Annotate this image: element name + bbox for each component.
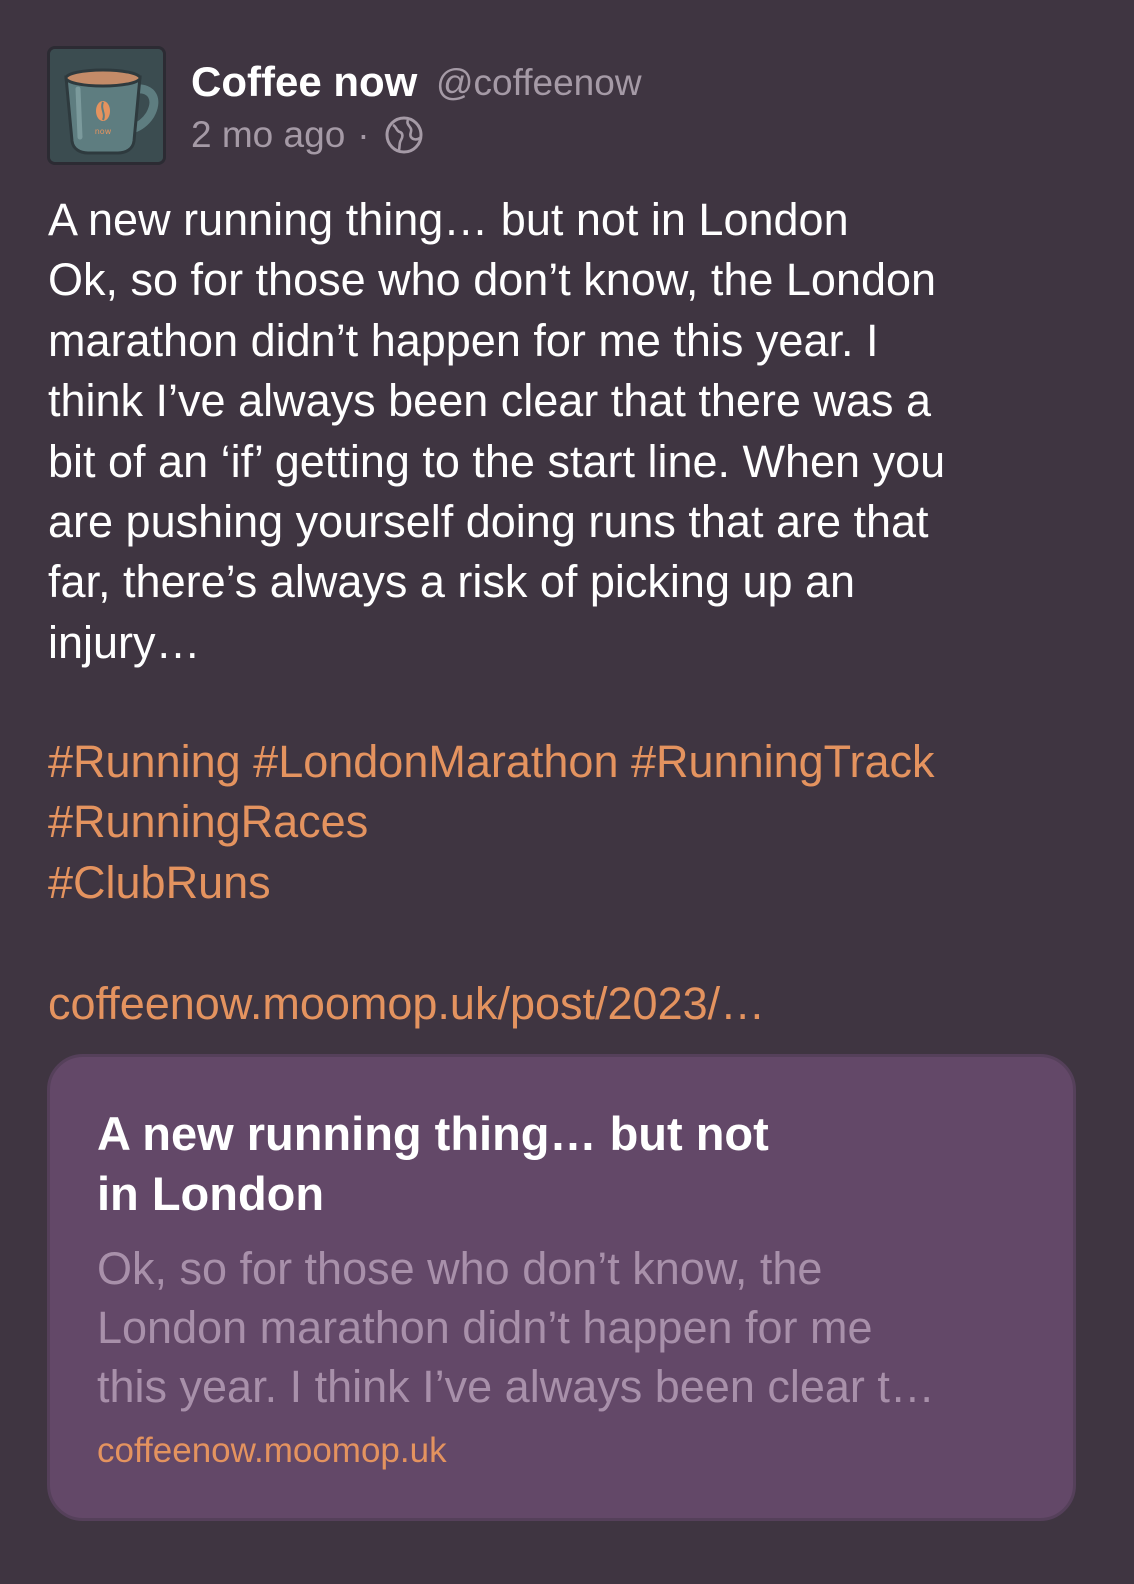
author-handle[interactable]: @coffeenow — [436, 62, 642, 104]
post-meta: 2 mo ago · — [191, 114, 424, 156]
link-card-title-line: in London — [97, 1167, 325, 1220]
post-line: bit of an ‘if’ getting to the start line… — [48, 435, 946, 487]
post-content: A new running thing… but not in London O… — [48, 190, 1088, 673]
link-card-title-line: A new running thing… but not — [97, 1107, 769, 1160]
link-card-description-line: this year. I think I’ve always been clea… — [97, 1361, 935, 1412]
post-line: injury… — [48, 616, 201, 668]
coffee-mug-icon: now — [50, 49, 163, 162]
author-display-name[interactable]: Coffee now — [191, 58, 417, 106]
post-timestamp[interactable]: 2 mo ago — [191, 114, 345, 156]
post-line: Ok, so for those who don’t know, the Lon… — [48, 254, 937, 306]
avatar-mug-text: now — [95, 127, 112, 136]
post-line: far, there’s always a risk of picking up… — [48, 556, 856, 608]
hashtag-running-races[interactable]: #RunningRaces — [48, 796, 368, 847]
post-link[interactable]: coffeenow.moomop.uk/post/2023/… — [48, 974, 765, 1034]
post-line: think I’ve always been clear that there … — [48, 375, 931, 427]
link-card-description-line: Ok, so for those who don’t know, the — [97, 1243, 823, 1294]
hashtag-club-runs[interactable]: #ClubRuns — [48, 857, 271, 908]
link-card-domain: coffeenow.moomop.uk — [97, 1431, 447, 1470]
link-preview-card[interactable]: A new running thing… but not in London O… — [47, 1054, 1076, 1521]
hashtag-london-marathon[interactable]: #LondonMarathon — [253, 736, 618, 787]
post-line: A new running thing… but not in London — [48, 194, 849, 245]
post-line: marathon didn’t happen for me this year.… — [48, 314, 879, 366]
hashtag-running[interactable]: #Running — [48, 736, 241, 787]
link-card-title: A new running thing… but not in London — [97, 1104, 997, 1224]
link-card-description-line: London marathon didn’t happen for me — [97, 1302, 873, 1353]
globe-icon — [384, 115, 424, 155]
hashtag-running-track[interactable]: #RunningTrack — [631, 736, 935, 787]
link-card-description: Ok, so for those who don’t know, the Lon… — [97, 1239, 1047, 1416]
avatar[interactable]: now — [47, 46, 166, 165]
post-line: are pushing yourself doing runs that are… — [48, 496, 929, 548]
meta-separator: · — [357, 114, 370, 155]
hashtag-list: #Running #LondonMarathon #RunningTrack #… — [48, 732, 934, 913]
post: now Coffee now @coffeenow 2 mo ago · A n… — [0, 0, 1134, 1584]
